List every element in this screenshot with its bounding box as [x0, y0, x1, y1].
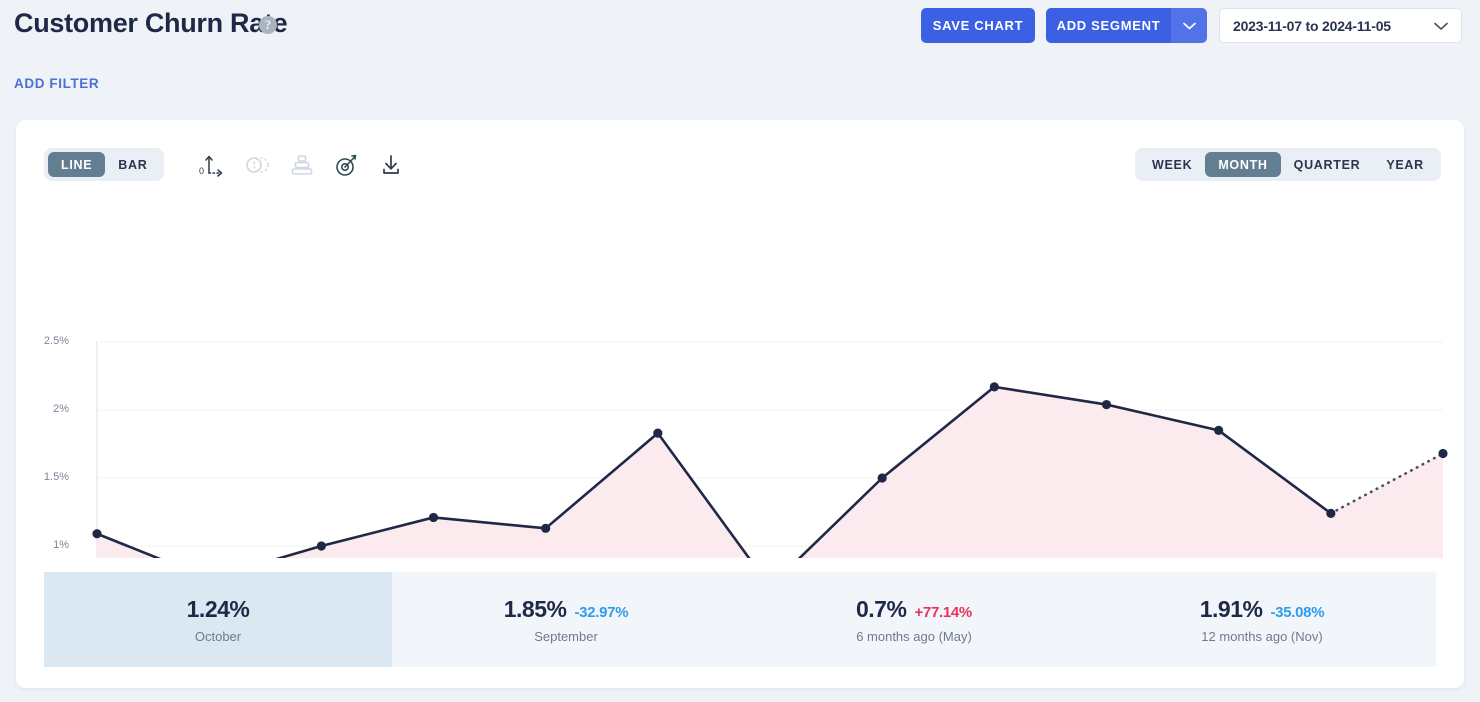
summary-value: 1.24%: [186, 595, 250, 622]
summary-delta: -32.97%: [574, 603, 629, 621]
period-month-button[interactable]: MONTH: [1205, 152, 1281, 177]
period-quarter-button[interactable]: QUARTER: [1281, 152, 1374, 177]
chevron-down-icon: [1182, 22, 1196, 29]
summary-delta: -35.08%: [1270, 603, 1325, 621]
add-segment-button[interactable]: ADD SEGMENT: [1046, 8, 1171, 43]
svg-text:0: 0: [199, 166, 204, 176]
page-header: Customer Churn Rate ? ADD FILTER SAVE CH…: [0, 0, 1480, 112]
summary-value: 1.85%: [503, 595, 567, 622]
summary-card[interactable]: 1.91% -35.08% 12 months ago (Nov): [1088, 572, 1436, 667]
date-range-select[interactable]: 2023-11-07 to 2024-11-05: [1219, 8, 1462, 43]
date-range-value: 2023-11-07 to 2024-11-05: [1233, 17, 1391, 34]
save-chart-button[interactable]: SAVE CHART: [921, 8, 1035, 43]
summary-value: 1.91%: [1199, 595, 1263, 622]
y-axis-tick-label: 2.5%: [43, 335, 69, 347]
download-icon[interactable]: [376, 150, 406, 180]
summary-label: 6 months ago (May): [856, 628, 972, 644]
summary-value-row: 0.7% +77.14%: [856, 596, 972, 623]
venn-overlap-icon[interactable]: [242, 150, 272, 180]
period-toggle: WEEK MONTH QUARTER YEAR: [1135, 148, 1441, 181]
period-week-button[interactable]: WEEK: [1139, 152, 1205, 177]
help-circle-icon[interactable]: ?: [259, 16, 277, 34]
summary-card[interactable]: 0.7% +77.14% 6 months ago (May): [740, 572, 1088, 667]
chart-type-toggle: LINE BAR: [44, 148, 165, 181]
funnel-steps-icon[interactable]: [287, 150, 317, 180]
axis-scale-icon[interactable]: 0: [197, 150, 227, 180]
summary-label: 12 months ago (Nov): [1201, 628, 1323, 644]
summary-value: 0.7%: [856, 595, 907, 622]
summary-row: 1.24% October 1.85% -32.97% September 0.7% +77…: [44, 572, 1436, 667]
summary-value-row: 1.24%: [187, 596, 250, 623]
chart-type-bar-button[interactable]: BAR: [105, 152, 160, 177]
y-axis-tick-label: 1%: [53, 539, 69, 551]
summary-value-row: 1.91% -35.08%: [1200, 596, 1325, 623]
goal-target-icon[interactable]: [332, 150, 362, 180]
chart-card: LINE BAR 0 WEEK MONTH QUARTER YEAR 1% 1.…: [16, 120, 1464, 688]
y-axis-tick-label: 2%: [53, 403, 69, 415]
summary-card[interactable]: 1.85% -32.97% September: [392, 572, 740, 667]
period-year-button[interactable]: YEAR: [1373, 152, 1437, 177]
summary-label: October: [194, 628, 242, 644]
summary-value-row: 1.85% -32.97%: [504, 596, 629, 623]
chevron-down-icon: [1434, 22, 1448, 30]
add-segment-dropdown-button[interactable]: [1171, 8, 1207, 43]
churn-rate-line-chart[interactable]: [16, 198, 1464, 615]
y-axis-tick-label: 1.5%: [43, 471, 69, 483]
add-filter-button[interactable]: ADD FILTER: [14, 76, 99, 91]
chart-plot-area: 0.5%1%1.5%2%2.5% Nov 2023Jan 2024Mar 202…: [16, 198, 1464, 646]
summary-delta: +77.14%: [914, 603, 972, 621]
chart-type-line-button[interactable]: LINE: [48, 152, 106, 177]
summary-label: September: [534, 628, 598, 644]
summary-card[interactable]: 1.24% October: [44, 572, 392, 667]
chart-toolbar: LINE BAR 0 WEEK MONTH QUARTER YEAR: [16, 120, 1464, 198]
page-title: Customer Churn Rate: [14, 8, 288, 38]
